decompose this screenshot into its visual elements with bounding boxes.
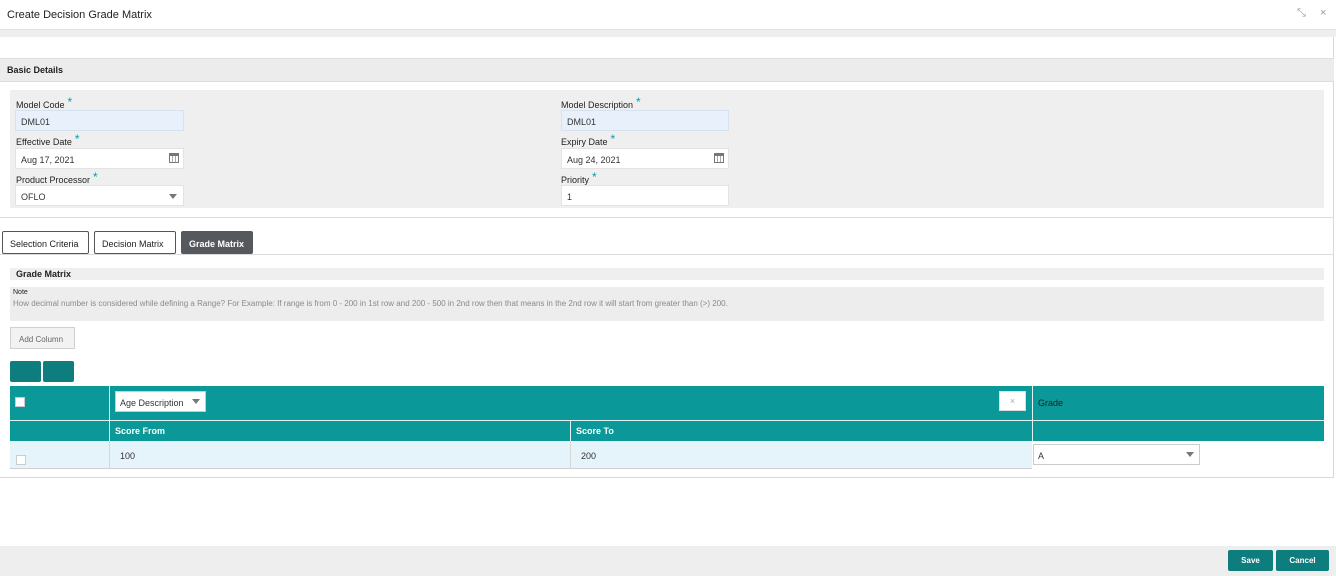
tab-grade-matrix[interactable]: Grade Matrix [181,231,253,254]
window-title: Create Decision Grade Matrix [7,9,152,21]
priority-input[interactable]: 1 [561,185,729,206]
grade-header-cell [1033,386,1324,420]
product-processor-select[interactable]: OFLO [15,185,184,206]
calendar-icon[interactable] [714,153,724,163]
chevron-down-icon [192,399,200,404]
remove-column-button[interactable]: × [999,391,1026,411]
save-button[interactable]: Save [1228,550,1273,571]
column-divider [109,386,110,441]
basic-details-header: Basic Details [0,58,1334,82]
note-title: Note [13,289,28,296]
section-divider [0,217,1334,218]
cancel-button[interactable]: Cancel [1276,550,1329,571]
add-column-button[interactable]: Add Column [10,327,75,349]
basic-details-form: Model Code * DML01 Model Description * DML… [10,90,1324,208]
note-box: Note How decimal number is considered wh… [10,287,1324,321]
close-icon[interactable]: × [1320,7,1326,19]
note-text: How decimal number is considered while d… [13,299,728,308]
row-checkbox[interactable] [16,455,26,465]
score-to-cell[interactable]: 200 [581,451,596,461]
calendar-icon[interactable] [169,153,179,163]
tab-selection-criteria[interactable]: Selection Criteria [2,231,89,254]
score-from-cell[interactable]: 100 [120,451,135,461]
chevron-down-icon [1186,452,1194,457]
footer-bar [0,546,1336,576]
chevron-down-icon [169,194,177,199]
model-code-input[interactable]: DML01 [15,110,184,131]
effective-date-input[interactable]: Aug 17, 2021 [15,148,184,169]
select-all-checkbox[interactable] [15,397,25,407]
expiry-date-label: Expiry Date * [561,132,616,147]
table-row: 100 200 A [10,441,1324,469]
column-divider [570,420,571,441]
effective-date-label: Effective Date * [16,132,80,147]
score-to-header: Score To [576,426,614,436]
create-decision-grade-matrix-window: Create Decision Grade Matrix ⤡ × Basic D… [0,0,1336,576]
column-criteria-select[interactable]: Age Description [115,391,206,412]
expiry-date-input[interactable]: Aug 24, 2021 [561,148,729,169]
basic-details-title: Basic Details [7,65,64,75]
model-code-label: Model Code * [16,95,73,110]
grade-column-header: Grade [1038,398,1064,408]
grade-matrix-title: Grade Matrix [16,269,72,279]
top-divider [0,30,1336,37]
grade-cell: A [1032,441,1324,469]
grade-matrix-header: Grade Matrix [10,268,1324,280]
grade-select[interactable]: A [1033,444,1200,465]
remove-row-button[interactable]: − [43,361,74,382]
add-row-button[interactable]: + [10,361,41,382]
priority-label: Priority * [561,170,597,185]
title-bar: Create Decision Grade Matrix ⤡ × [0,0,1336,30]
model-description-input[interactable]: DML01 [561,110,729,131]
restore-icon[interactable]: ⤡ [1297,7,1306,20]
score-from-header: Score From [115,426,166,436]
tab-decision-matrix[interactable]: Decision Matrix [94,231,176,254]
header-row-divider [10,420,1324,421]
model-description-label: Model Description * [561,95,641,110]
product-processor-label: Product Processor * [16,170,98,185]
tab-divider [0,254,1334,255]
